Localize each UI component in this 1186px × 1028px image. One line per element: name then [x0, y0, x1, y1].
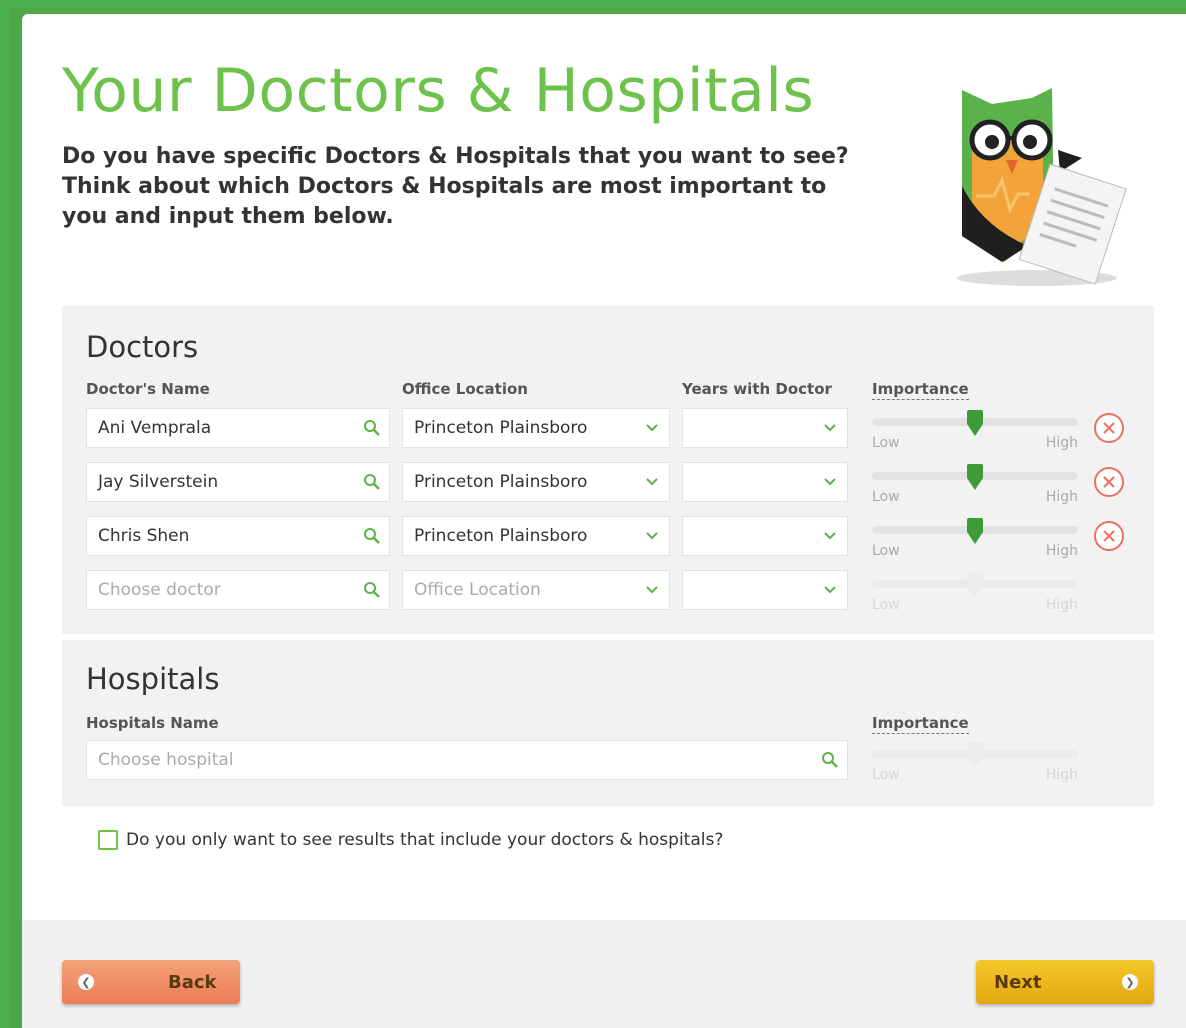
search-icon[interactable]	[355, 581, 389, 599]
include-only-checkbox[interactable]	[98, 830, 118, 850]
remove-doctor-button[interactable]	[1092, 411, 1126, 445]
back-button-label: Back	[168, 971, 217, 993]
doctor-name-value: Ani Vemprala	[98, 418, 212, 438]
next-button-label: Next	[994, 971, 1042, 993]
chevron-down-icon	[635, 423, 669, 433]
office-location-select[interactable]: Princeton Plainsboro	[402, 462, 670, 502]
owl-mascot-icon	[957, 88, 1127, 286]
footer-bar: ❮ Back Next ❯	[22, 920, 1186, 1028]
search-icon[interactable]	[355, 419, 389, 437]
office-location-placeholder: Office Location	[414, 580, 541, 600]
include-only-label: Do you only want to see results that inc…	[126, 830, 724, 850]
slider-high-label: High	[1045, 435, 1078, 451]
remove-doctor-button[interactable]	[1092, 465, 1126, 499]
office-location-value: Princeton Plainsboro	[414, 472, 588, 492]
choose-doctor-placeholder: Choose doctor	[98, 580, 221, 600]
importance-header[interactable]: Importance	[872, 380, 969, 400]
years-with-doctor-select[interactable]	[682, 516, 848, 556]
page-title: Your Doctors & Hospitals	[62, 56, 815, 126]
importance-slider[interactable]: Low High	[872, 464, 1078, 505]
doctor-name-input[interactable]: Jay Silverstein	[86, 462, 390, 502]
slider-thumb	[967, 742, 983, 768]
choose-hospital-input[interactable]: Choose hospital	[86, 740, 848, 780]
chevron-down-icon	[813, 423, 847, 433]
office-location-select[interactable]: Office Location	[402, 570, 670, 610]
slider-thumb	[967, 572, 983, 598]
chevron-down-icon	[813, 477, 847, 487]
main-card: Your Doctors & Hospitals Do you have spe…	[22, 14, 1186, 1028]
slider-low-label: Low	[872, 489, 900, 505]
chevron-down-icon	[635, 477, 669, 487]
doctors-section-title: Doctors	[86, 330, 199, 364]
slider-high-label: High	[1045, 597, 1078, 613]
chevron-down-icon	[813, 585, 847, 595]
doctor-name-value: Chris Shen	[98, 526, 190, 546]
office-location-header: Office Location	[402, 380, 528, 398]
slider-thumb[interactable]	[966, 518, 984, 544]
choose-hospital-placeholder: Choose hospital	[98, 750, 234, 770]
search-icon[interactable]	[355, 473, 389, 491]
chevron-down-icon	[635, 531, 669, 541]
doctor-name-input[interactable]: Ani Vemprala	[86, 408, 390, 448]
importance-slider[interactable]: Low High	[872, 518, 1078, 559]
hospitals-section-title: Hospitals	[86, 662, 220, 696]
doctors-panel: Doctors Doctor's Name Office Location Ye…	[62, 306, 1154, 634]
slider-thumb[interactable]	[966, 464, 984, 490]
search-icon[interactable]	[813, 751, 847, 769]
office-location-select[interactable]: Princeton Plainsboro	[402, 408, 670, 448]
office-location-value: Princeton Plainsboro	[414, 526, 588, 546]
office-location-value: Princeton Plainsboro	[414, 418, 588, 438]
slider-low-label: Low	[872, 597, 900, 613]
slider-high-label: High	[1045, 543, 1078, 559]
years-with-doctor-select[interactable]	[682, 408, 848, 448]
years-with-doctor-select[interactable]	[682, 570, 848, 610]
page-frame: Your Doctors & Hospitals Do you have spe…	[10, 8, 1186, 1028]
years-with-doctor-select[interactable]	[682, 462, 848, 502]
doctor-name-header: Doctor's Name	[86, 380, 210, 398]
importance-slider-disabled: Low High	[872, 572, 1078, 613]
doctor-name-input[interactable]: Chris Shen	[86, 516, 390, 556]
chevron-left-icon: ❮	[78, 974, 94, 990]
hospitals-panel: Hospitals Hospitals Name Importance Choo…	[62, 640, 1154, 806]
years-with-doctor-header: Years with Doctor	[682, 380, 832, 398]
importance-header[interactable]: Importance	[872, 714, 969, 734]
back-button[interactable]: ❮ Back	[62, 960, 240, 1004]
hospital-name-header: Hospitals Name	[86, 714, 219, 732]
slider-low-label: Low	[872, 435, 900, 451]
slider-low-label: Low	[872, 543, 900, 559]
choose-doctor-input[interactable]: Choose doctor	[86, 570, 390, 610]
slider-high-label: High	[1045, 767, 1078, 783]
search-icon[interactable]	[355, 527, 389, 545]
intro-text: Do you have specific Doctors & Hospitals…	[62, 144, 849, 229]
slider-high-label: High	[1045, 489, 1078, 505]
importance-slider[interactable]: Low High	[872, 410, 1078, 451]
include-only-filter[interactable]: Do you only want to see results that inc…	[98, 830, 723, 850]
doctor-name-value: Jay Silverstein	[98, 472, 219, 492]
remove-doctor-button[interactable]	[1092, 519, 1126, 553]
slider-thumb[interactable]	[966, 410, 984, 436]
office-location-select[interactable]: Princeton Plainsboro	[402, 516, 670, 556]
chevron-down-icon	[813, 531, 847, 541]
importance-slider-disabled: Low High	[872, 742, 1078, 783]
next-button[interactable]: Next ❯	[976, 960, 1154, 1004]
chevron-down-icon	[635, 585, 669, 595]
slider-low-label: Low	[872, 767, 900, 783]
chevron-right-icon: ❯	[1122, 974, 1138, 990]
